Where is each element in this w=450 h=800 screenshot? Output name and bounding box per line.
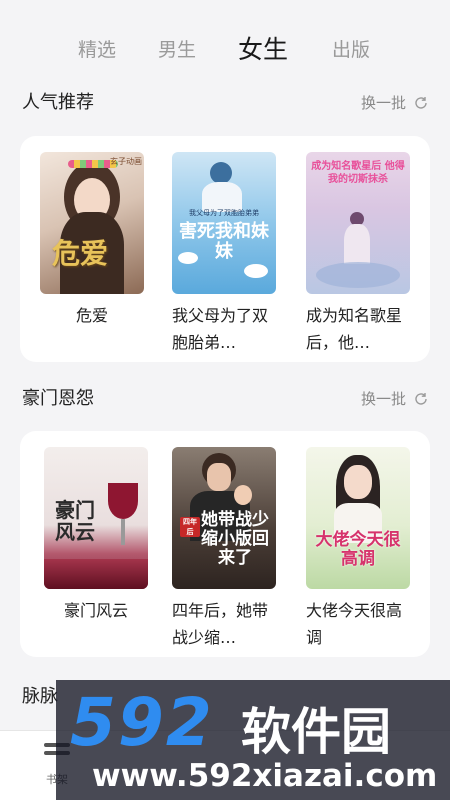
cover-badge: 玄子动画: [110, 157, 142, 166]
book-title: 四年后，她带战少缩…: [172, 601, 269, 647]
section-title-third: 脉脉: [22, 686, 58, 707]
refresh-icon: [415, 392, 427, 405]
rich-family-card: 豪门风云 豪门风云 四年后 她带战少缩小版回来了 四年后，她带战少缩… 大佬今天…: [20, 431, 430, 657]
refresh-icon: [415, 96, 427, 109]
book-cover: 大佬今天很高调: [306, 447, 410, 589]
watermark-logo: 592: [70, 684, 214, 761]
book-title: 大佬今天很高调: [306, 601, 403, 647]
book-cover: 四年后 她带战少缩小版回来了: [172, 447, 276, 589]
book-title: 我父母为了双胞胎弟…: [172, 306, 269, 352]
refresh-label: 换一批: [360, 94, 406, 112]
book-title: 豪门风云: [63, 601, 128, 620]
book-item[interactable]: 玄子动画 危爱 危爱: [40, 152, 144, 356]
book-cover: 豪门风云: [44, 447, 148, 589]
book-item[interactable]: 成为知名歌星后 他得我的切斯抹杀 成为知名歌星后，他…: [306, 152, 410, 356]
watermark-url: www.592xiazai.com: [92, 758, 438, 794]
tab-publish[interactable]: 出版: [332, 28, 370, 72]
watermark: 592 软件园 www.592xiazai.com: [56, 680, 450, 800]
tab-featured[interactable]: 精选: [78, 28, 116, 72]
cover-title: 危爱: [52, 237, 109, 270]
book-cover: 玄子动画 危爱: [40, 152, 144, 294]
book-title: 成为知名歌星后，他…: [306, 306, 403, 352]
refresh-button-rich-family[interactable]: 换一批: [361, 388, 428, 409]
cover-title: 害死我和妹妹: [179, 221, 269, 262]
refresh-label: 换一批: [360, 390, 406, 408]
section-title-popular: 人气推荐: [22, 92, 94, 113]
section-title-rich-family: 豪门恩怨: [22, 388, 94, 409]
cover-title: 大佬今天很高调: [315, 530, 401, 569]
tab-female[interactable]: 女生: [238, 28, 288, 72]
refresh-button-popular[interactable]: 换一批: [361, 92, 428, 113]
book-item[interactable]: 四年后 她带战少缩小版回来了 四年后，她带战少缩…: [172, 447, 276, 651]
book-cover: 成为知名歌星后 他得我的切斯抹杀: [306, 152, 410, 294]
book-title: 危爱: [75, 306, 108, 325]
book-cover: 我父母为了双胞胎弟弟 害死我和妹妹: [172, 152, 276, 294]
cover-title: 豪门风云: [55, 498, 95, 544]
book-item[interactable]: 我父母为了双胞胎弟弟 害死我和妹妹 我父母为了双胞胎弟…: [172, 152, 276, 356]
book-item[interactable]: 大佬今天很高调 大佬今天很高调: [306, 447, 410, 651]
popular-card: 玄子动画 危爱 危爱 我父母为了双胞胎弟弟 害死我和妹妹 我父母为了双胞胎弟… …: [20, 136, 430, 362]
watermark-name: 软件园: [241, 703, 391, 761]
cover-title: 她带战少缩小版回来了: [201, 510, 269, 568]
tab-male[interactable]: 男生: [158, 28, 196, 72]
cover-subtitle: 我父母为了双胞胎弟弟: [189, 209, 259, 217]
book-item[interactable]: 豪门风云 豪门风云: [44, 447, 148, 651]
cover-title: 成为知名歌星后 他得我的切斯抹杀: [311, 161, 405, 185]
category-tabs: 精选 男生 女生 出版: [0, 28, 450, 72]
